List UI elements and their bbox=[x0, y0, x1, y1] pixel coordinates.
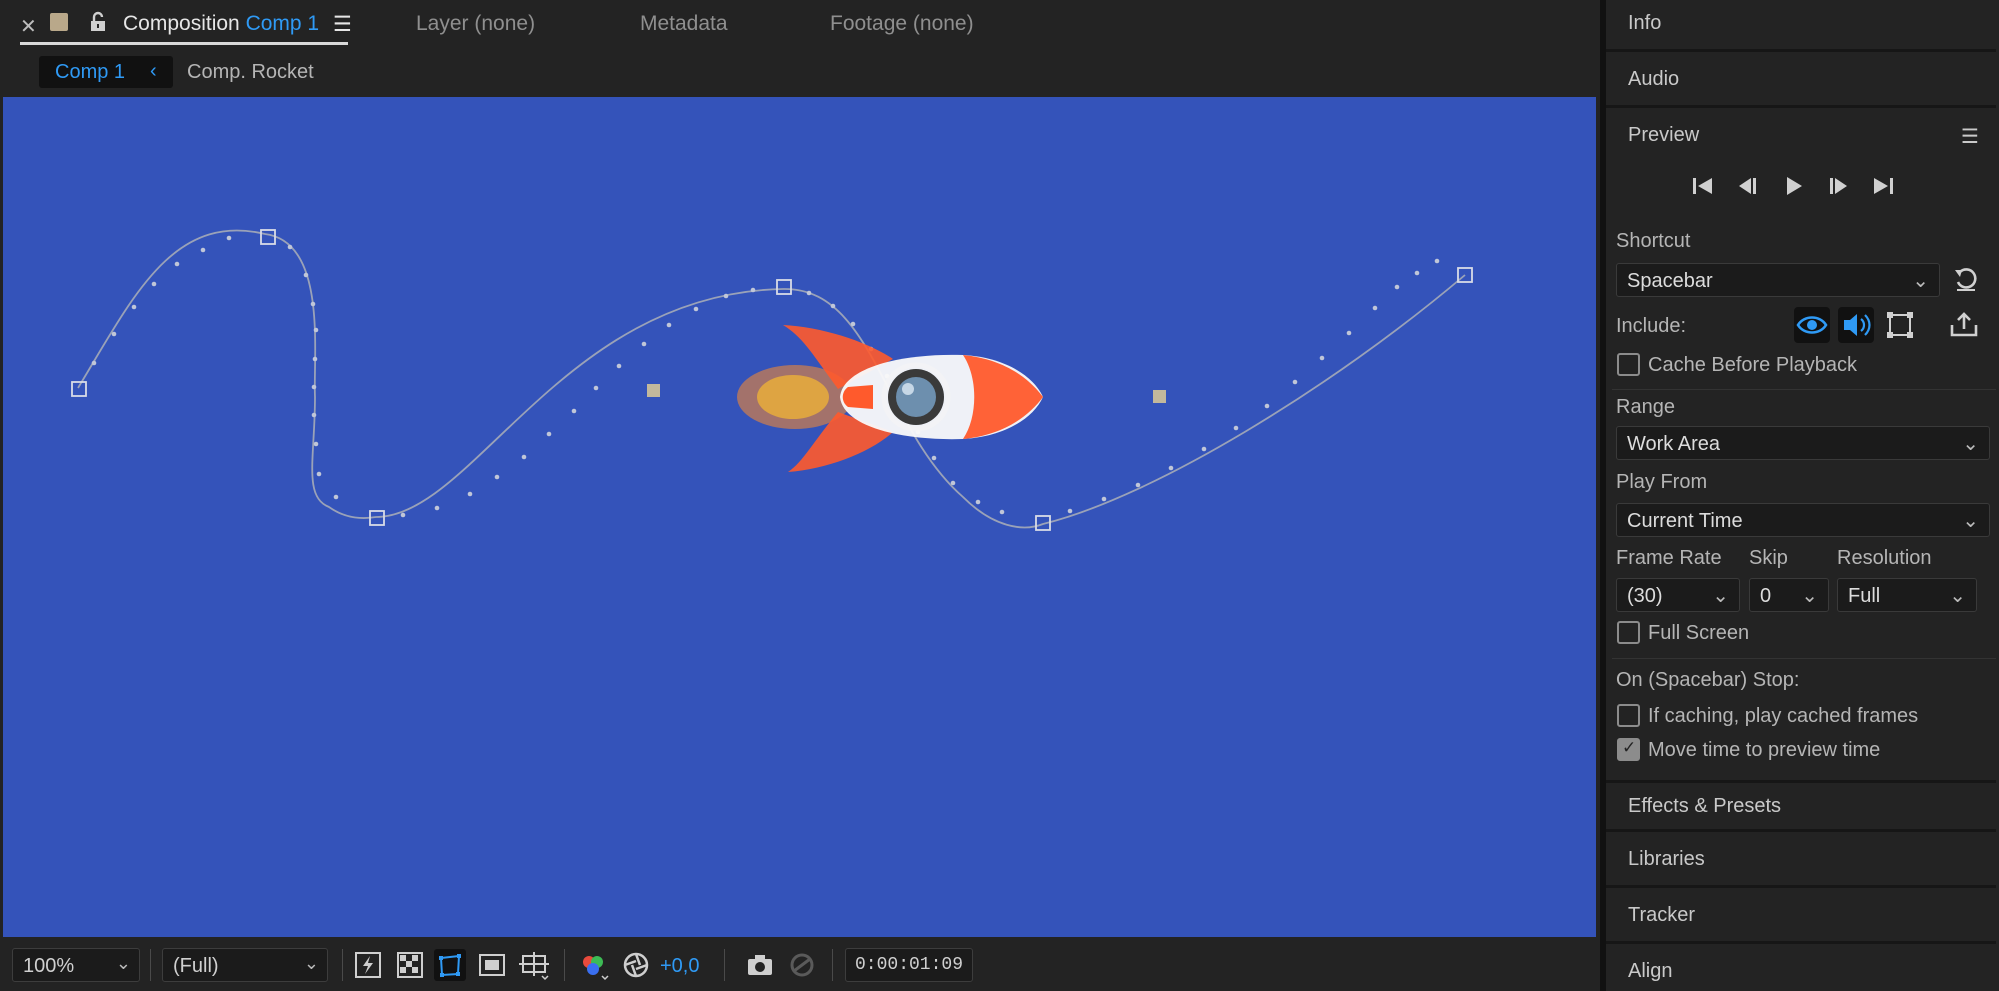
panel-align[interactable]: Align bbox=[1606, 948, 1996, 991]
range-dropdown[interactable]: Work Area ⌄ bbox=[1616, 426, 1990, 460]
cache-before-playback-label: Cache Before Playback bbox=[1648, 354, 1858, 376]
eye-icon[interactable] bbox=[1794, 307, 1830, 343]
speaker-icon[interactable] bbox=[1838, 307, 1874, 343]
overlay-icon[interactable] bbox=[1882, 307, 1918, 343]
previous-frame-icon[interactable] bbox=[1733, 171, 1763, 201]
first-frame-icon[interactable] bbox=[1688, 171, 1718, 201]
divider bbox=[832, 949, 833, 981]
frame-rate-dropdown[interactable]: (30) ⌄ bbox=[1616, 578, 1740, 612]
if-caching-label: If caching, play cached frames bbox=[1648, 705, 1919, 727]
resolution-dropdown-preview[interactable]: Full ⌄ bbox=[1837, 578, 1977, 612]
play-icon[interactable] bbox=[1778, 171, 1808, 201]
shortcut-dropdown[interactable]: Spacebar ⌄ bbox=[1616, 263, 1940, 297]
composition-viewer[interactable] bbox=[3, 97, 1596, 937]
divider bbox=[564, 949, 565, 981]
divider bbox=[724, 949, 725, 981]
composition-panel: ✕ Composition Comp 1 ☰ Layer (none) Meta… bbox=[0, 0, 1600, 991]
camera-icon[interactable] bbox=[744, 949, 776, 981]
preview-panel: Shortcut Spacebar ⌄ Include: Cache Before… bbox=[1606, 0, 1996, 780]
chevron-down-icon: ⌄ bbox=[1712, 585, 1729, 607]
right-panel-stack: Info Audio Preview ☰ Shortcut Spacebar ⌄ … bbox=[1606, 0, 1999, 991]
play-from-label: Play From bbox=[1616, 471, 1708, 493]
mask-path-visibility-icon[interactable] bbox=[434, 949, 466, 981]
timecode-display[interactable]: 0:00:01:09 bbox=[845, 948, 973, 982]
zoom-dropdown[interactable]: 100% ⌄ bbox=[12, 948, 140, 982]
skip-dropdown[interactable]: 0 ⌄ bbox=[1749, 578, 1829, 612]
range-label: Range bbox=[1616, 396, 1675, 418]
move-time-checkbox[interactable] bbox=[1617, 738, 1640, 761]
breadcrumb: Comp 1 ‹ Comp. Rocket bbox=[0, 50, 1600, 96]
play-from-dropdown[interactable]: Current Time ⌄ bbox=[1616, 503, 1990, 537]
bezier-handle bbox=[1153, 390, 1166, 403]
tab-layer[interactable]: Layer (none) bbox=[416, 12, 535, 36]
skip-label: Skip bbox=[1749, 547, 1788, 569]
breadcrumb-comp-1[interactable]: Comp 1 ‹ bbox=[39, 56, 173, 88]
move-time-label: Move time to preview time bbox=[1648, 739, 1881, 761]
export-icon[interactable] bbox=[1946, 307, 1982, 343]
region-of-interest-icon[interactable] bbox=[476, 949, 508, 981]
breadcrumb-comp-rocket[interactable]: Comp. Rocket bbox=[187, 61, 314, 84]
last-frame-icon[interactable] bbox=[1868, 171, 1898, 201]
rocket-layer[interactable] bbox=[737, 325, 1043, 472]
cache-before-playback-checkbox[interactable] bbox=[1617, 353, 1640, 376]
resolution-dropdown[interactable]: (Full) ⌄ bbox=[162, 948, 328, 982]
chevron-left-icon: ‹ bbox=[150, 60, 157, 82]
full-screen-label: Full Screen bbox=[1648, 622, 1750, 644]
transparency-grid-icon[interactable] bbox=[394, 949, 426, 981]
chevron-down-icon: ⌄ bbox=[1912, 270, 1929, 292]
panel-libraries[interactable]: Libraries bbox=[1606, 836, 1996, 888]
close-icon[interactable]: ✕ bbox=[20, 14, 37, 39]
tab-metadata[interactable]: Metadata bbox=[640, 12, 728, 36]
divider bbox=[150, 949, 151, 981]
full-screen-checkbox[interactable] bbox=[1617, 621, 1640, 644]
chevron-down-icon: ⌄ bbox=[303, 953, 319, 973]
resolution-label: Resolution bbox=[1837, 547, 1932, 569]
fast-previews-icon[interactable] bbox=[352, 949, 384, 981]
viewer-toolbar: 100% ⌄ (Full) ⌄ +0,0 0:00:01:09 bbox=[0, 939, 1600, 991]
color-channels-icon[interactable] bbox=[578, 949, 610, 981]
chevron-down-icon: ⌄ bbox=[1801, 585, 1818, 607]
shortcut-label: Shortcut bbox=[1616, 230, 1691, 252]
grid-guides-icon[interactable] bbox=[518, 949, 550, 981]
reset-icon[interactable] bbox=[1952, 266, 1980, 294]
chevron-down-icon: ⌄ bbox=[1962, 433, 1979, 455]
show-snapshot-icon[interactable] bbox=[786, 949, 818, 981]
tab-composition-title: Composition Comp 1 bbox=[123, 12, 320, 35]
tab-footage[interactable]: Footage (none) bbox=[830, 12, 974, 36]
on-stop-label: On (Spacebar) Stop: bbox=[1616, 669, 1800, 691]
next-frame-icon[interactable] bbox=[1823, 171, 1853, 201]
panel-effects-presets[interactable]: Effects & Presets bbox=[1606, 780, 1996, 832]
chevron-down-icon: ⌄ bbox=[1962, 510, 1979, 532]
tab-bar: ✕ Composition Comp 1 ☰ Layer (none) Meta… bbox=[0, 0, 1600, 50]
active-tab-underline bbox=[20, 42, 348, 45]
divider bbox=[342, 949, 343, 981]
chevron-down-icon: ⌄ bbox=[1949, 585, 1966, 607]
label-color-swatch[interactable] bbox=[50, 13, 68, 31]
chevron-down-icon: ⌄ bbox=[115, 953, 131, 973]
divider bbox=[1612, 658, 1996, 659]
frame-rate-label: Frame Rate bbox=[1616, 547, 1722, 569]
if-caching-checkbox[interactable] bbox=[1617, 704, 1640, 727]
reset-exposure-icon[interactable] bbox=[620, 949, 652, 981]
bezier-handle bbox=[647, 384, 660, 397]
unlock-icon[interactable] bbox=[88, 11, 108, 33]
panel-tracker[interactable]: Tracker bbox=[1606, 892, 1996, 944]
divider bbox=[1612, 389, 1996, 390]
motion-path-canvas bbox=[71, 229, 1473, 531]
breadcrumb-comp-1-label: Comp 1 bbox=[55, 61, 126, 83]
include-label: Include: bbox=[1616, 315, 1687, 337]
hamburger-menu-icon[interactable]: ☰ bbox=[333, 12, 352, 37]
exposure-value[interactable]: +0,0 bbox=[660, 955, 699, 978]
